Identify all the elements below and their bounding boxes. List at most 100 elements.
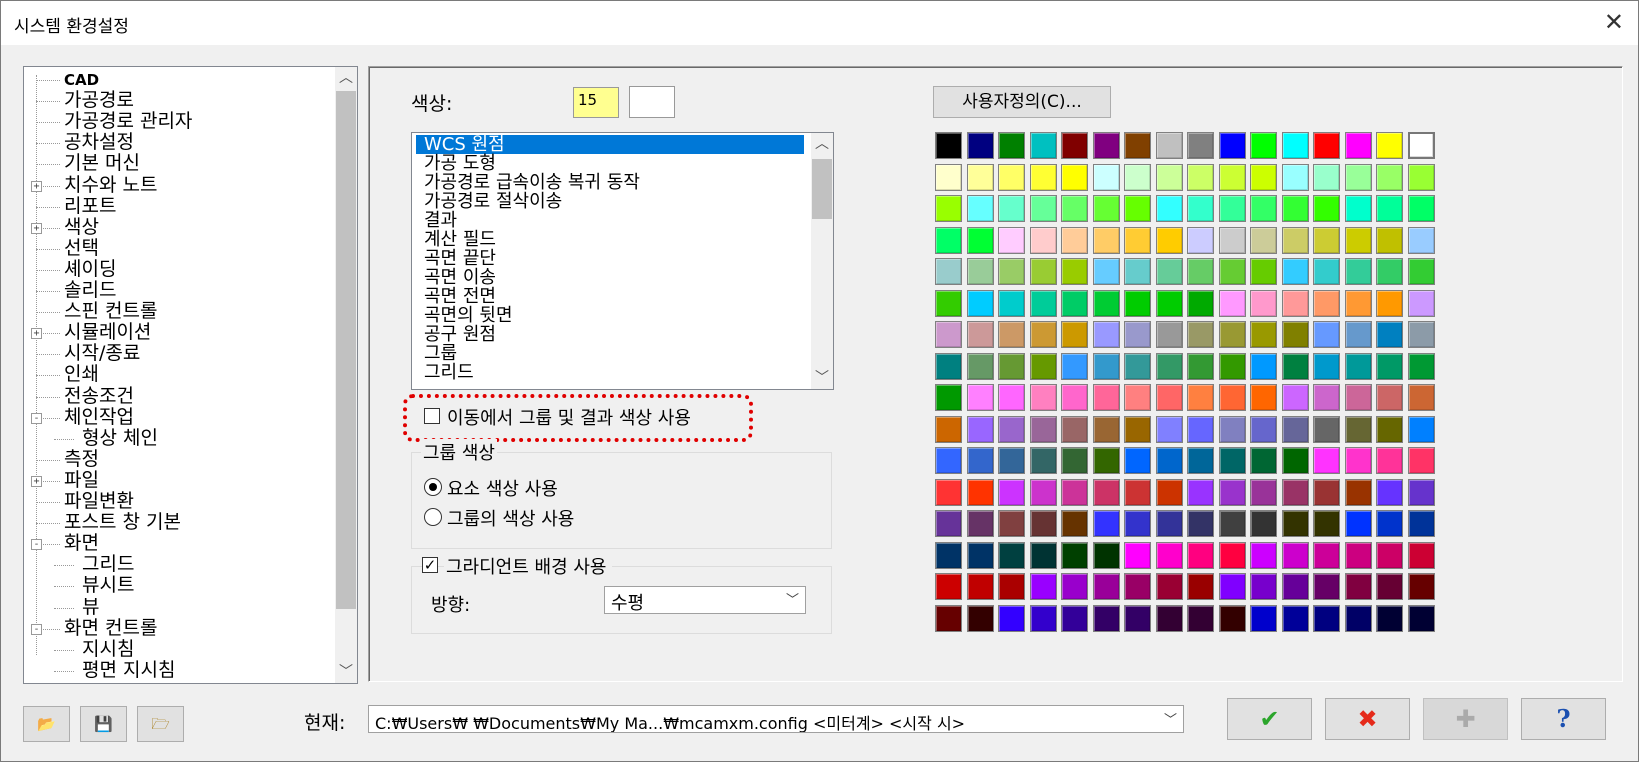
tree-item[interactable]: 가공경로 xyxy=(64,90,134,111)
color-swatch[interactable] xyxy=(1218,258,1246,285)
color-swatch[interactable] xyxy=(1376,132,1403,159)
color-swatch[interactable] xyxy=(1281,384,1309,411)
tree-item[interactable]: 측정 xyxy=(64,448,99,470)
color-swatch[interactable] xyxy=(1376,541,1403,569)
color-swatch[interactable] xyxy=(1124,573,1151,600)
color-swatch[interactable] xyxy=(1313,352,1340,380)
color-swatch[interactable] xyxy=(1092,384,1120,411)
color-swatch[interactable] xyxy=(1124,415,1151,443)
color-swatch[interactable] xyxy=(1029,132,1057,159)
color-swatch[interactable] xyxy=(1407,352,1435,380)
color-swatch[interactable] xyxy=(1376,604,1403,632)
color-swatch[interactable] xyxy=(1187,478,1214,506)
color-swatch[interactable] xyxy=(998,132,1025,159)
color-swatch[interactable] xyxy=(1061,195,1088,222)
color-swatch[interactable] xyxy=(1155,352,1183,380)
color-swatch[interactable] xyxy=(1218,163,1246,191)
color-swatch[interactable] xyxy=(1092,258,1120,285)
color-swatch[interactable] xyxy=(1092,478,1120,506)
color-swatch[interactable] xyxy=(1250,447,1277,474)
color-swatch[interactable] xyxy=(1124,321,1151,348)
tree-item[interactable]: 스핀 컨트롤 xyxy=(64,301,157,322)
color-swatch[interactable] xyxy=(1029,195,1057,222)
tree-item[interactable]: 시뮬레이션 xyxy=(64,322,151,343)
color-swatch[interactable] xyxy=(1250,132,1277,159)
color-swatch[interactable] xyxy=(966,510,994,537)
color-swatch[interactable] xyxy=(1187,321,1214,348)
color-swatch[interactable] xyxy=(1187,604,1214,632)
color-swatch[interactable] xyxy=(1376,289,1403,317)
radio-group-color[interactable] xyxy=(424,508,442,526)
color-swatch[interactable] xyxy=(1376,321,1403,348)
color-swatch[interactable] xyxy=(1187,541,1214,569)
color-swatch[interactable] xyxy=(935,258,962,285)
color-swatch[interactable] xyxy=(1155,447,1183,474)
tree-item[interactable]: 치수와 노트 xyxy=(64,174,157,196)
color-swatch[interactable] xyxy=(998,541,1025,569)
color-swatch[interactable] xyxy=(1313,447,1340,474)
color-swatch[interactable] xyxy=(1344,478,1372,506)
color-swatch[interactable] xyxy=(998,258,1025,285)
color-swatch[interactable] xyxy=(1187,415,1214,443)
color-swatch[interactable] xyxy=(1218,195,1246,222)
color-swatch[interactable] xyxy=(1344,195,1372,222)
color-swatch[interactable] xyxy=(1344,573,1372,600)
color-swatch[interactable] xyxy=(1155,195,1183,222)
list-scroll-thumb[interactable] xyxy=(812,159,832,219)
color-swatch[interactable] xyxy=(966,478,994,506)
color-swatch[interactable] xyxy=(1029,604,1057,632)
tree-item[interactable]: CAD xyxy=(64,70,99,91)
list-item[interactable]: 공구 원점 xyxy=(416,325,804,344)
tree-item[interactable]: 체인작업 xyxy=(64,406,134,428)
color-swatch[interactable] xyxy=(1344,604,1372,632)
tree-item[interactable]: 파일 xyxy=(64,469,99,491)
color-swatch[interactable] xyxy=(1187,163,1214,191)
color-swatch[interactable] xyxy=(1313,163,1340,191)
color-swatch[interactable] xyxy=(1344,289,1372,317)
color-swatch[interactable] xyxy=(1281,258,1309,285)
collapse-icon[interactable]: - xyxy=(31,412,42,424)
color-swatch[interactable] xyxy=(998,573,1025,600)
color-swatch[interactable] xyxy=(1092,163,1120,191)
color-swatch[interactable] xyxy=(1218,132,1246,159)
expand-icon[interactable]: + xyxy=(31,328,42,340)
tree-item[interactable]: 리포트 xyxy=(64,195,116,217)
color-swatch[interactable] xyxy=(1187,195,1214,222)
color-swatch[interactable] xyxy=(1407,604,1435,632)
tree-item[interactable]: 뷰시트 xyxy=(82,575,134,596)
color-swatch[interactable] xyxy=(1376,258,1403,285)
expand-icon[interactable]: + xyxy=(31,475,42,487)
color-swatch[interactable] xyxy=(966,289,994,317)
color-swatch[interactable] xyxy=(1061,384,1088,411)
add-button[interactable]: ✚ xyxy=(1423,698,1508,740)
list-item[interactable]: 가공경로 절삭이송 xyxy=(416,192,804,211)
scroll-up-icon[interactable]: ︿ xyxy=(335,67,357,89)
color-swatch[interactable] xyxy=(1313,510,1340,537)
color-swatch[interactable] xyxy=(1187,258,1214,285)
color-swatch[interactable] xyxy=(1124,258,1151,285)
color-swatch[interactable] xyxy=(1376,352,1403,380)
color-swatch[interactable] xyxy=(1092,289,1120,317)
color-preview-swatch[interactable] xyxy=(629,86,675,118)
color-swatch[interactable] xyxy=(1092,604,1120,632)
tree-item[interactable]: 전송조건 xyxy=(64,385,134,407)
color-swatch[interactable] xyxy=(966,321,994,348)
scroll-up-icon[interactable]: ︿ xyxy=(811,133,833,155)
color-swatch[interactable] xyxy=(1376,384,1403,411)
color-swatch[interactable] xyxy=(1313,573,1340,600)
list-item[interactable]: 곡면 끝단 xyxy=(416,249,804,268)
color-swatch[interactable] xyxy=(966,195,994,222)
color-swatch[interactable] xyxy=(1155,604,1183,632)
color-swatch[interactable] xyxy=(1376,226,1403,254)
color-swatch[interactable] xyxy=(1407,573,1435,600)
color-swatch[interactable] xyxy=(998,415,1025,443)
color-swatch[interactable] xyxy=(1313,132,1340,159)
color-swatch[interactable] xyxy=(1218,478,1246,506)
color-swatch[interactable] xyxy=(1407,541,1435,569)
cancel-button[interactable]: ✖ xyxy=(1325,698,1410,740)
color-swatch[interactable] xyxy=(1250,226,1277,254)
color-swatch[interactable] xyxy=(1250,604,1277,632)
color-swatch[interactable] xyxy=(935,478,962,506)
color-swatch[interactable] xyxy=(1313,321,1340,348)
color-swatch[interactable] xyxy=(935,321,962,348)
